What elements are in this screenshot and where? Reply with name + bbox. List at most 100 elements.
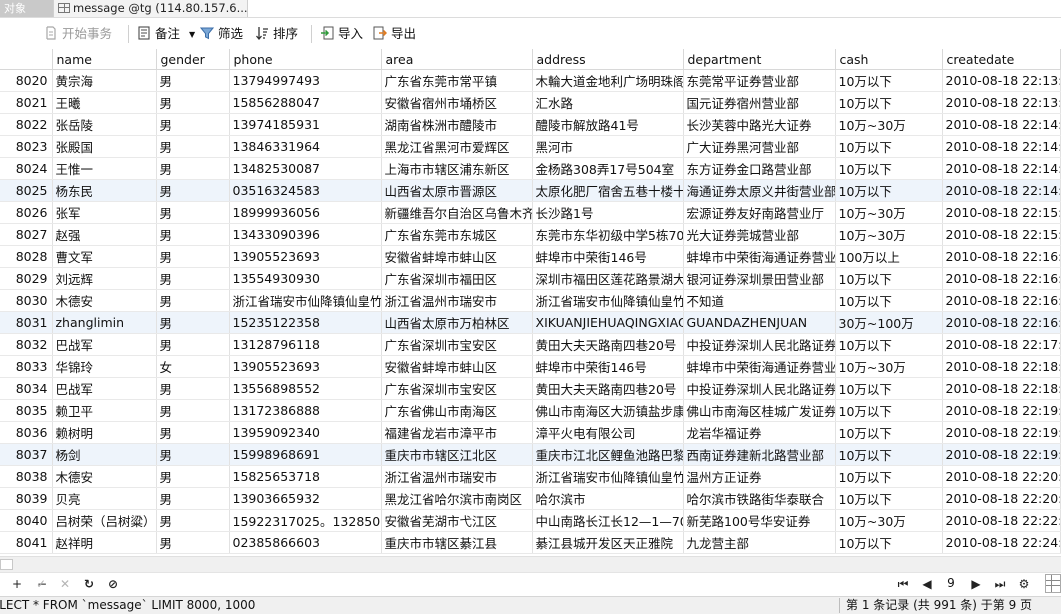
cell-area[interactable]: 广东省深圳市福田区 [381, 267, 533, 290]
cell-address[interactable]: 浙江省瑞安市仙降镇仙皇竹村 [532, 289, 684, 312]
cell-area[interactable]: 广东省深圳市宝安区 [381, 377, 533, 400]
cell-address[interactable]: 东莞市东华初级中学5栋704 [532, 223, 684, 246]
cell-address[interactable]: 哈尔滨市 [532, 487, 684, 510]
last-page-icon[interactable]: ⏭ [992, 576, 1008, 592]
cell-id[interactable]: 8022 [0, 113, 53, 136]
cell-createdate[interactable]: 2010-08-18 22:18:46 [942, 355, 1061, 378]
cell-department[interactable]: 龙岩华福证券 [683, 421, 836, 444]
cell-createdate[interactable]: 2010-08-18 22:16:24 [942, 267, 1061, 290]
table-row[interactable]: 8035 赖卫平男 13172386888 广东省佛山市南海区 佛山市南海区大沥镇盐步康… [0, 399, 1061, 422]
table-row[interactable]: 8030 木德安男浙江省瑞安市仙降镇仙皇竹村 浙江省温州市瑞安市 浙江省瑞安市仙降镇仙… [0, 289, 1061, 312]
cell-department[interactable]: 蚌埠市中荣街海通证券营业部 [683, 245, 836, 268]
table-row[interactable]: 8026 张军男 18999936056 新疆维吾尔自治区乌鲁木齐市 长沙路1号 宏源证券… [0, 201, 1061, 224]
cell-cash[interactable]: 10万以下 [835, 333, 943, 356]
cell-name[interactable]: 王惟一 [52, 157, 157, 180]
cell-address[interactable]: 蚌埠市中荣街146号 [532, 245, 684, 268]
cell-createdate[interactable]: 2010-08-18 22:18:52 [942, 377, 1061, 400]
cell-area[interactable]: 广东省东莞市东城区 [381, 223, 533, 246]
cell-area[interactable]: 重庆市市辖区江北区 [381, 443, 533, 466]
table-row[interactable]: 8032 巴战军男 13128796118 广东省深圳市宝安区 黄田大夫天路南四巷20号… [0, 333, 1061, 356]
next-page-icon[interactable]: ▶ [968, 576, 984, 592]
table-row[interactable]: 8025 杨东民男 03516324583 山西省太原市晋源区 太原化肥厂宿舍五巷十楼十… [0, 179, 1061, 202]
cell-createdate[interactable]: 2010-08-18 22:14:18 [942, 135, 1061, 158]
cell-phone[interactable]: 13905523693 [229, 355, 382, 378]
cell-area[interactable]: 安徽省宿州市埇桥区 [381, 91, 533, 114]
cell-id[interactable]: 8025 [0, 179, 53, 202]
cell-cash[interactable]: 10万以下 [835, 421, 943, 444]
cell-phone[interactable]: 13554930930 [229, 267, 382, 290]
cell-gender[interactable]: 男 [156, 157, 230, 180]
cell-area[interactable]: 黑龙江省黑河市爱辉区 [381, 135, 533, 158]
cell-phone[interactable]: 13172386888 [229, 399, 382, 422]
cell-createdate[interactable]: 2010-08-18 22:16:47 [942, 289, 1061, 312]
cell-phone[interactable]: 13959092340 [229, 421, 382, 444]
cell-name[interactable]: 赵强 [52, 223, 157, 246]
cell-gender[interactable]: 男 [156, 91, 230, 114]
cell-cash[interactable]: 10万以下 [835, 531, 943, 554]
filter-button[interactable]: 筛选 [200, 24, 243, 44]
cell-gender[interactable]: 男 [156, 509, 230, 532]
cell-phone[interactable]: 13128796118 [229, 333, 382, 356]
table-row[interactable]: 8021 王曦男 15856288047 安徽省宿州市埇桥区 汇水路 国元证券宿州营业部 1… [0, 91, 1061, 114]
cell-name[interactable]: 贝亮 [52, 487, 157, 510]
cell-id[interactable]: 8039 [0, 487, 53, 510]
cell-cash[interactable]: 10万~30万 [835, 223, 943, 246]
cell-name[interactable]: 巴战军 [52, 377, 157, 400]
cell-phone[interactable]: 15825653718 [229, 465, 382, 488]
cell-createdate[interactable]: 2010-08-18 22:14:25 [942, 157, 1061, 180]
first-page-icon[interactable]: ⏮ [895, 576, 911, 592]
grid-view-icon[interactable] [1045, 574, 1061, 593]
cell-address[interactable]: 中山南路长江长12—1—703 [532, 509, 684, 532]
cell-gender[interactable]: 男 [156, 333, 230, 356]
cell-cash[interactable]: 10万以下 [835, 377, 943, 400]
cell-gender[interactable]: 男 [156, 487, 230, 510]
cell-address[interactable]: 黄田大夫天路南四巷20号 [532, 377, 684, 400]
chevron-down-icon[interactable]: ▼ [189, 30, 195, 39]
cell-createdate[interactable]: 2010-08-18 22:20:43 [942, 487, 1061, 510]
cell-department[interactable]: 国元证券宿州营业部 [683, 91, 836, 114]
cell-gender[interactable]: 男 [156, 311, 230, 334]
import-button[interactable]: 导入 [320, 24, 363, 44]
cell-createdate[interactable]: 2010-08-18 22:15:51 [942, 223, 1061, 246]
cell-gender[interactable]: 男 [156, 267, 230, 290]
column-header-gender[interactable]: gender [156, 49, 230, 70]
cell-id[interactable]: 8033 [0, 355, 53, 378]
column-header-address[interactable]: address [532, 49, 684, 70]
cell-createdate[interactable]: 2010-08-18 22:24:16 [942, 531, 1061, 554]
memo-button[interactable]: 备注 ▼ [137, 24, 195, 44]
cell-phone[interactable]: 13433090396 [229, 223, 382, 246]
cell-address[interactable]: 重庆市江北区鲤鱼池路巴黎 [532, 443, 684, 466]
refresh-icon[interactable]: ↻ [81, 576, 97, 592]
cell-id[interactable]: 8040 [0, 509, 53, 532]
cell-cash[interactable]: 10万~30万 [835, 355, 943, 378]
cell-name[interactable]: 吕树荣（吕树粱） [52, 509, 157, 532]
cell-name[interactable]: 赖树明 [52, 421, 157, 444]
column-header-cash[interactable]: cash [835, 49, 943, 70]
cell-cash[interactable]: 10万以下 [835, 91, 943, 114]
cell-id[interactable]: 8023 [0, 135, 53, 158]
column-header-department[interactable]: department [683, 49, 836, 70]
table-row[interactable]: 8033 华锦玲女 13905523693 安徽省蚌埠市蚌山区 蚌埠市中荣街146号 蚌埠… [0, 355, 1061, 378]
cell-name[interactable]: 木德安 [52, 465, 157, 488]
cell-id[interactable]: 8035 [0, 399, 53, 422]
cell-phone[interactable]: 13556898552 [229, 377, 382, 400]
cell-id[interactable]: 8026 [0, 201, 53, 224]
cell-cash[interactable]: 10万以下 [835, 135, 943, 158]
cell-area[interactable]: 安徽省芜湖市弋江区 [381, 509, 533, 532]
cell-id[interactable]: 8020 [0, 69, 53, 92]
cell-gender[interactable]: 男 [156, 245, 230, 268]
cell-id[interactable]: 8029 [0, 267, 53, 290]
apply-icon[interactable]: ✓ [33, 576, 49, 592]
cell-gender[interactable]: 男 [156, 531, 230, 554]
horizontal-scrollbar[interactable] [0, 556, 1061, 572]
export-button[interactable]: 导出 [373, 24, 416, 44]
cell-id[interactable]: 8021 [0, 91, 53, 114]
cell-gender[interactable]: 男 [156, 201, 230, 224]
cell-gender[interactable]: 男 [156, 135, 230, 158]
cell-area[interactable]: 山西省太原市万柏林区 [381, 311, 533, 334]
table-row[interactable]: 8038 木德安男 15825653718 浙江省温州市瑞安市 浙江省瑞安市仙降镇仙皇竹… [0, 465, 1061, 488]
cell-id[interactable]: 8031 [0, 311, 53, 334]
cell-cash[interactable]: 10万以下 [835, 267, 943, 290]
cell-area[interactable]: 新疆维吾尔自治区乌鲁木齐市 [381, 201, 533, 224]
cell-phone[interactable]: 15856288047 [229, 91, 382, 114]
